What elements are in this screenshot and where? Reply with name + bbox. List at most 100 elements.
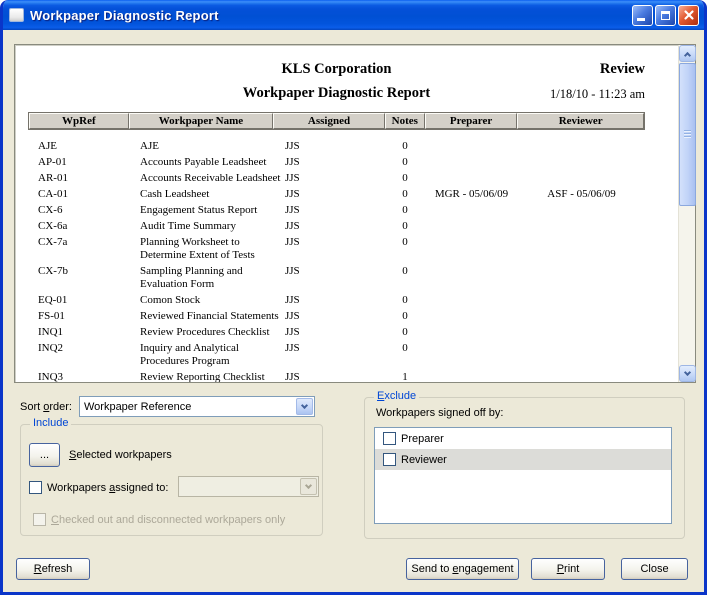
cell-name: Accounts Payable Leadsheet xyxy=(128,156,273,169)
cell-assigned: JJS xyxy=(273,310,385,323)
signed-off-by-label: Workpapers signed off by: xyxy=(376,407,503,419)
reviewer-checkbox[interactable] xyxy=(383,453,396,466)
ellipsis-icon: ... xyxy=(40,449,49,461)
cell-name: Planning Worksheet to Determine Extent o… xyxy=(128,236,273,262)
report-engagement-type: Review xyxy=(600,61,645,78)
cell-notes: 0 xyxy=(385,188,425,201)
maximize-button[interactable] xyxy=(655,5,676,26)
list-item-reviewer[interactable]: Reviewer xyxy=(375,449,671,470)
report-company: KLS Corporation xyxy=(28,61,645,78)
table-body: AJEAJEJJS0 AP-01Accounts Payable Leadshe… xyxy=(28,130,645,382)
cell-notes: 0 xyxy=(385,140,425,153)
cell-notes: 0 xyxy=(385,172,425,185)
preparer-checkbox[interactable] xyxy=(383,432,396,445)
include-group: Include ... Selected workpapers Workpape… xyxy=(20,424,323,536)
cell-notes: 0 xyxy=(385,326,425,339)
cell-wpref: CX-6a xyxy=(28,220,128,233)
cell-wpref: CA-01 xyxy=(28,188,128,201)
scrollbar-thumb[interactable] xyxy=(679,63,696,206)
report-content: KLS Corporation Review Workpaper Diagnos… xyxy=(15,45,678,382)
send-to-engagement-button[interactable]: Send to engagement xyxy=(406,558,519,580)
cell-assigned: JJS xyxy=(273,371,385,383)
cell-name: Sampling Planning and Evaluation Form xyxy=(128,265,273,291)
cell-notes: 0 xyxy=(385,204,425,217)
sort-order-label: Sort order: xyxy=(20,401,72,413)
list-item-preparer[interactable]: Preparer xyxy=(375,428,671,449)
print-button[interactable]: Print xyxy=(531,558,605,580)
exclude-group: Exclude Workpapers signed off by: Prepar… xyxy=(364,397,685,539)
close-dialog-button[interactable]: Close xyxy=(621,558,688,580)
cell-assigned: JJS xyxy=(273,204,385,217)
cell-wpref: CX-7a xyxy=(28,236,128,249)
cell-name: Inquiry and Analytical Procedures Progra… xyxy=(128,342,273,368)
column-header-reviewer: Reviewer xyxy=(517,113,644,129)
vertical-scrollbar[interactable] xyxy=(678,45,695,382)
cell-notes: 0 xyxy=(385,265,425,278)
cell-assigned: JJS xyxy=(273,140,385,153)
cell-assigned: JJS xyxy=(273,265,385,278)
scroll-up-button[interactable] xyxy=(679,45,696,62)
chevron-up-icon xyxy=(684,51,691,58)
report-datetime: 1/18/10 - 11:23 am xyxy=(550,87,645,102)
table-row: INQ2Inquiry and Analytical Procedures Pr… xyxy=(28,340,645,369)
maximize-icon xyxy=(661,11,670,20)
cell-notes: 0 xyxy=(385,156,425,169)
report-preview-panel: KLS Corporation Review Workpaper Diagnos… xyxy=(14,44,696,383)
cell-name: Accounts Receivable Leadsheet xyxy=(128,172,273,185)
close-button[interactable] xyxy=(678,5,699,26)
cell-wpref: CX-7b xyxy=(28,265,128,278)
cell-reviewer: ASF - 05/06/09 xyxy=(518,188,645,201)
table-row: CA-01Cash LeadsheetJJS0MGR - 05/06/09ASF… xyxy=(28,186,645,202)
refresh-button[interactable]: Refresh xyxy=(16,558,90,580)
table-row: AR-01Accounts Receivable LeadsheetJJS0 xyxy=(28,170,645,186)
sort-order-combobox[interactable]: Workpaper Reference xyxy=(79,396,315,417)
table-row: CX-7aPlanning Worksheet to Determine Ext… xyxy=(28,234,645,263)
cell-wpref: EQ-01 xyxy=(28,294,128,307)
cell-name: Audit Time Summary xyxy=(128,220,273,233)
table-row: AP-01Accounts Payable LeadsheetJJS0 xyxy=(28,154,645,170)
scroll-down-button[interactable] xyxy=(679,365,696,382)
sort-order-value: Workpaper Reference xyxy=(80,401,314,413)
cell-wpref: AP-01 xyxy=(28,156,128,169)
cell-wpref: INQ3 xyxy=(28,371,128,383)
column-header-notes: Notes xyxy=(385,113,425,129)
app-icon xyxy=(9,8,24,22)
table-header-row: WpRef Workpaper Name Assigned Notes Prep… xyxy=(28,112,645,130)
cell-notes: 0 xyxy=(385,236,425,249)
cell-wpref: FS-01 xyxy=(28,310,128,323)
assigned-to-combobox xyxy=(178,476,319,497)
column-header-wpref: WpRef xyxy=(29,113,129,129)
signed-off-listbox[interactable]: Preparer Reviewer xyxy=(374,427,672,524)
reviewer-label: Reviewer xyxy=(401,454,447,466)
cell-assigned: JJS xyxy=(273,294,385,307)
cell-name: AJE xyxy=(128,140,273,153)
cell-name: Engagement Status Report xyxy=(128,204,273,217)
table-row: CX-6Engagement Status ReportJJS0 xyxy=(28,202,645,218)
select-workpapers-button[interactable]: ... xyxy=(29,443,60,467)
window-title: Workpaper Diagnostic Report xyxy=(30,8,632,23)
titlebar[interactable]: Workpaper Diagnostic Report xyxy=(3,0,704,30)
dialog-window: Workpaper Diagnostic Report KLS Corporat… xyxy=(0,0,707,595)
cell-wpref: AJE xyxy=(28,140,128,153)
table-row: FS-01Reviewed Financial StatementsJJS0 xyxy=(28,308,645,324)
exclude-group-label: Exclude xyxy=(374,390,419,402)
table-row: INQ1Review Procedures ChecklistJJS0 xyxy=(28,324,645,340)
minimize-icon xyxy=(637,18,645,21)
preparer-label: Preparer xyxy=(401,433,444,445)
cell-assigned: JJS xyxy=(273,236,385,249)
column-header-assigned: Assigned xyxy=(273,113,385,129)
cell-notes: 0 xyxy=(385,220,425,233)
workpapers-assigned-checkbox[interactable] xyxy=(29,481,42,494)
cell-assigned: JJS xyxy=(273,342,385,355)
column-header-name: Workpaper Name xyxy=(129,113,274,129)
minimize-button[interactable] xyxy=(632,5,653,26)
sort-order-dropdown-button[interactable] xyxy=(296,398,313,415)
cell-assigned: JJS xyxy=(273,326,385,339)
cell-name: Comon Stock xyxy=(128,294,273,307)
cell-notes: 0 xyxy=(385,294,425,307)
report-table: WpRef Workpaper Name Assigned Notes Prep… xyxy=(28,112,645,382)
close-icon xyxy=(683,9,695,21)
cell-notes: 0 xyxy=(385,310,425,323)
include-group-label: Include xyxy=(30,417,71,429)
cell-wpref: AR-01 xyxy=(28,172,128,185)
